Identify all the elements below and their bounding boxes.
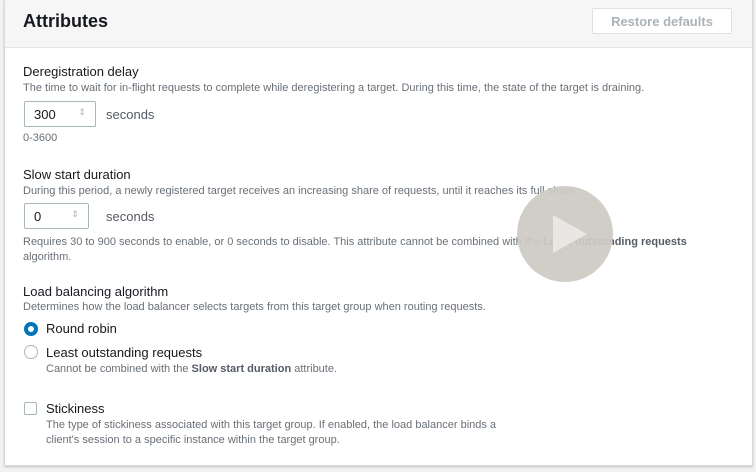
deregistration-delay-input[interactable]: 300 ⇕: [24, 101, 96, 127]
deregistration-unit: seconds: [106, 107, 155, 122]
lb-algorithm-label: Load balancing algorithm: [23, 284, 169, 299]
lb-algorithm-desc: Determines how the load balancer selects…: [23, 301, 486, 313]
panel-header: Attributes Restore defaults: [5, 0, 752, 48]
slow-start-label: Slow start duration: [23, 167, 131, 182]
slow-start-input[interactable]: 0 ⇕: [24, 203, 89, 229]
stickiness-checkbox[interactable]: [24, 402, 37, 415]
stickiness-desc: The type of stickiness associated with t…: [46, 419, 497, 446]
slow-start-desc: During this period, a newly registered t…: [23, 185, 579, 197]
deregistration-delay-label: Deregistration delay: [23, 64, 139, 79]
slow-start-unit: seconds: [106, 209, 155, 224]
spinner-icon[interactable]: ⇕: [78, 107, 86, 118]
attributes-panel: Attributes Restore defaults Deregistrati…: [4, 0, 753, 466]
stickiness-label[interactable]: Stickiness: [46, 401, 105, 416]
deregistration-delay-value: 300: [34, 107, 56, 122]
panel-title: Attributes: [23, 11, 108, 31]
play-video-button[interactable]: [517, 186, 613, 282]
least-outstanding-hint: Cannot be combined with the Slow start d…: [46, 363, 338, 375]
least-outstanding-radio[interactable]: [24, 345, 38, 359]
round-robin-radio[interactable]: [24, 322, 38, 336]
least-outstanding-label[interactable]: Least outstanding requests: [46, 345, 202, 360]
spinner-icon[interactable]: ⇕: [71, 209, 79, 220]
restore-defaults-button[interactable]: Restore defaults: [592, 8, 732, 34]
deregistration-range: 0-3600: [23, 132, 58, 144]
slow-start-note: Requires 30 to 900 seconds to enable, or…: [23, 236, 687, 263]
round-robin-label[interactable]: Round robin: [46, 321, 117, 336]
slow-start-value: 0: [34, 209, 42, 224]
deregistration-delay-desc: The time to wait for in-flight requests …: [23, 82, 645, 94]
